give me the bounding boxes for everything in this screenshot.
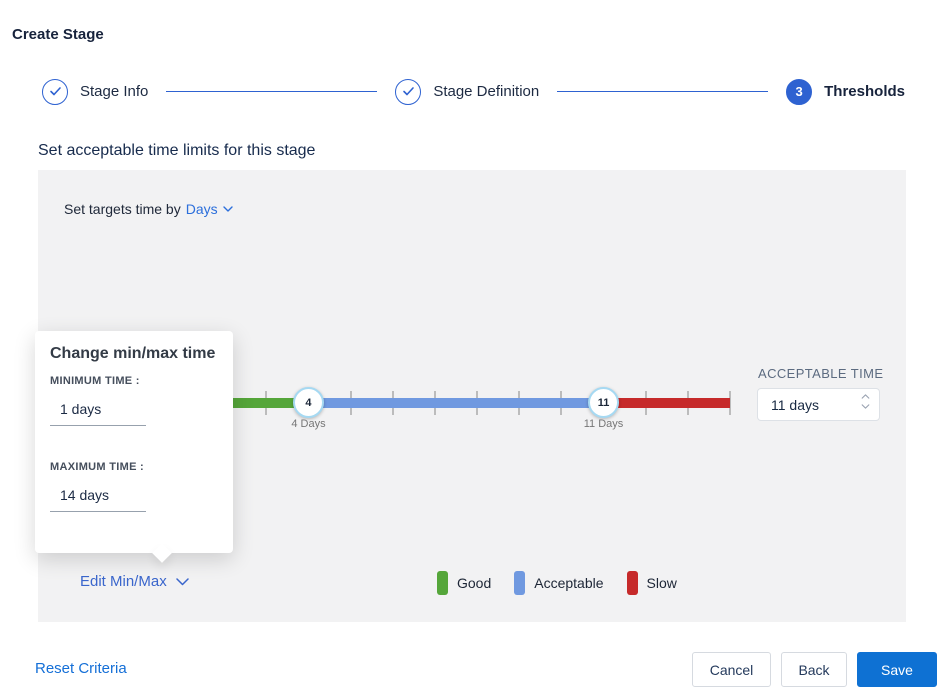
step-done-circle <box>395 78 422 105</box>
legend-label: Slow <box>646 575 677 591</box>
slider-handle[interactable]: 11 <box>588 387 620 418</box>
good-color-chip <box>437 571 448 595</box>
stepper-up-icon[interactable] <box>861 394 870 399</box>
reset-criteria-link[interactable]: Reset Criteria <box>35 660 127 677</box>
wizard-stepper: Stage Info Stage Definition 3 Thresholds <box>42 78 905 105</box>
targets-unit-value: Days <box>185 201 218 217</box>
slider-handle-label: 11 Days <box>583 418 624 430</box>
section-heading: Set acceptable time limits for this stag… <box>38 142 316 159</box>
maximum-time-input[interactable] <box>50 481 146 511</box>
check-icon <box>403 87 414 96</box>
legend-label: Good <box>457 575 492 591</box>
back-button[interactable]: Back <box>781 652 847 687</box>
set-targets-row: Set targets time by Days <box>64 201 233 217</box>
stepper-connector <box>166 91 378 92</box>
minimum-time-input[interactable] <box>50 395 146 425</box>
edit-minmax-toggle[interactable]: Edit Min/Max <box>80 573 189 590</box>
step-label: Stage Definition <box>433 83 540 100</box>
acceptable-segment <box>308 398 604 408</box>
create-stage-dialog: Create Stage Stage Info Stage Definition… <box>0 0 943 699</box>
chevron-down-icon <box>222 206 233 212</box>
slow-segment <box>603 398 730 408</box>
step-label: Stage Info <box>80 83 149 100</box>
minimum-time-field <box>50 395 146 426</box>
maximum-time-field <box>50 481 146 512</box>
slider-handle-label: 4 Days <box>291 418 326 430</box>
number-stepper[interactable] <box>861 394 870 409</box>
check-icon <box>49 87 61 96</box>
popup-title: Change min/max time <box>50 345 216 362</box>
step-number-circle: 3 <box>786 78 813 105</box>
step-thresholds[interactable]: 3 Thresholds <box>786 78 905 105</box>
maximum-time-label: MAXIMUM TIME : <box>50 461 145 473</box>
slider-legend: Good Acceptable Slow <box>437 571 700 595</box>
set-targets-label: Set targets time by <box>64 201 181 217</box>
chevron-down-icon <box>175 577 189 585</box>
legend-label: Acceptable <box>534 575 604 591</box>
acceptable-time-label: ACCEPTABLE TIME <box>758 366 884 381</box>
legend-item-slow: Slow <box>626 571 677 595</box>
page-title: Create Stage <box>12 26 104 43</box>
targets-unit-dropdown[interactable]: Days <box>186 201 233 217</box>
slider-handle[interactable]: 4 <box>292 387 324 418</box>
stepper-connector <box>557 91 769 92</box>
cancel-button[interactable]: Cancel <box>692 652 771 687</box>
change-minmax-popup: Change min/max time MINIMUM TIME : MAXIM… <box>35 331 233 563</box>
acceptable-color-chip <box>514 571 526 595</box>
legend-item-acceptable: Acceptable <box>514 571 604 595</box>
step-done-circle <box>42 78 68 105</box>
step-stage-definition[interactable]: Stage Definition <box>395 78 540 105</box>
step-label: Thresholds <box>824 83 905 100</box>
save-button[interactable]: Save <box>857 652 937 687</box>
minimum-time-label: MINIMUM TIME : <box>50 375 140 387</box>
acceptable-time-field <box>757 388 880 421</box>
stepper-down-icon[interactable] <box>861 404 870 409</box>
legend-item-good: Good <box>437 571 491 595</box>
time-slider[interactable]: 44 Days 11 11 Days <box>181 387 731 430</box>
step-stage-info[interactable]: Stage Info <box>42 78 149 105</box>
slow-color-chip <box>626 571 638 595</box>
edit-minmax-label: Edit Min/Max <box>80 573 167 590</box>
